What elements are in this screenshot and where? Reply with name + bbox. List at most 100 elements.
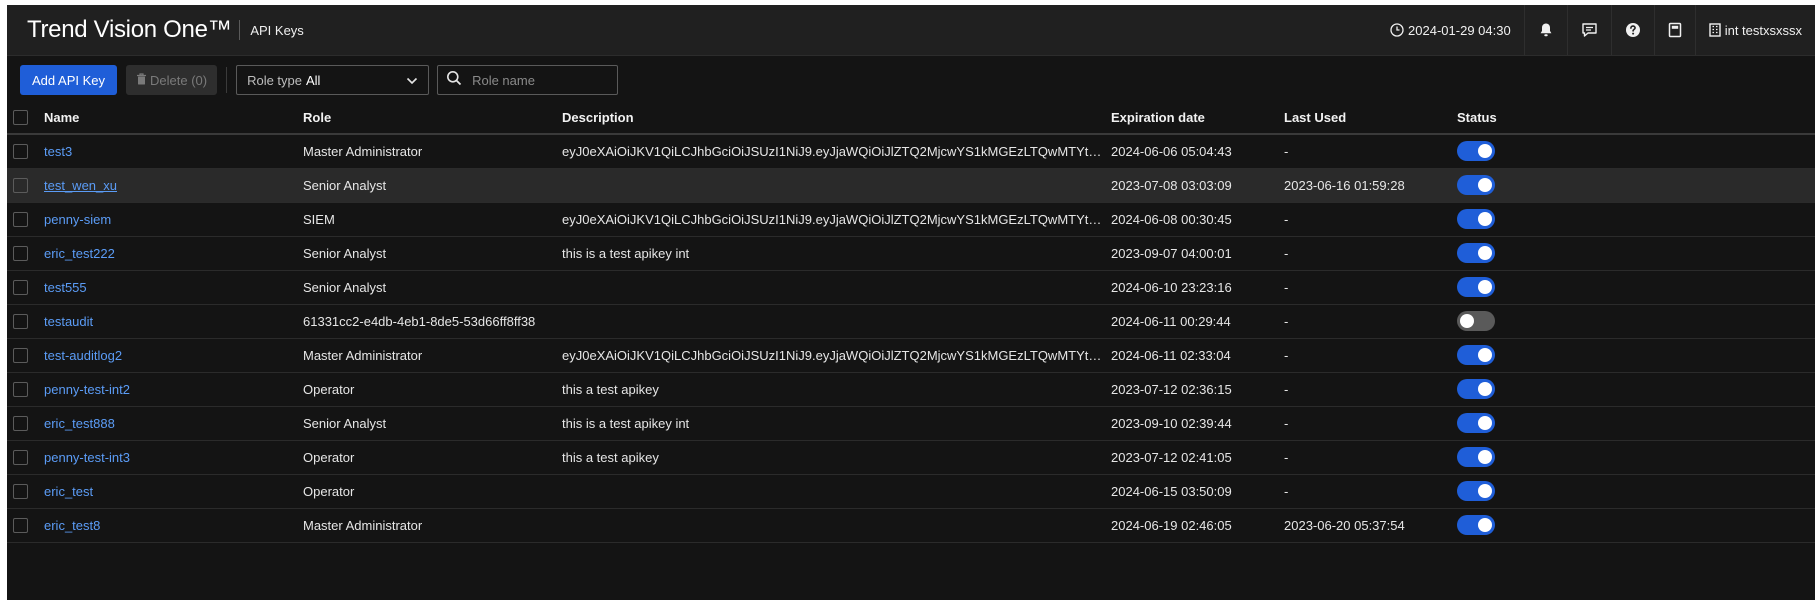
api-key-name-link[interactable]: eric_test888 xyxy=(44,416,115,431)
role-cell: Master Administrator xyxy=(303,143,423,159)
column-header-status[interactable]: Status xyxy=(1457,102,1815,135)
add-api-key-button[interactable]: Add API Key xyxy=(20,65,117,95)
api-key-name-link[interactable]: penny-test-int2 xyxy=(44,382,130,397)
last-used-cell: - xyxy=(1284,483,1289,499)
row-checkbox[interactable] xyxy=(13,279,28,295)
status-cell xyxy=(1457,304,1815,338)
api-key-name-link[interactable]: testaudit xyxy=(44,314,93,329)
row-checkbox[interactable] xyxy=(13,245,28,261)
table-row[interactable]: penny-test-int3 Operator this a test apike… xyxy=(7,440,1815,474)
row-checkbox[interactable] xyxy=(13,517,28,533)
search-input[interactable] xyxy=(470,71,605,89)
row-checkbox[interactable] xyxy=(13,381,28,397)
name-cell: eric_test888 xyxy=(44,406,303,440)
api-key-name-link[interactable]: eric_test xyxy=(44,484,93,499)
api-key-name-link[interactable]: test-auditlog2 xyxy=(44,348,122,363)
api-key-name-link[interactable]: penny-test-int3 xyxy=(44,450,130,465)
api-key-name-link[interactable]: test3 xyxy=(44,144,72,159)
status-toggle[interactable] xyxy=(1457,413,1495,433)
status-toggle[interactable] xyxy=(1457,277,1495,297)
row-checkbox[interactable] xyxy=(13,177,28,193)
column-header-description[interactable]: Description xyxy=(562,102,1111,135)
select-all-checkbox[interactable] xyxy=(13,110,28,125)
role-type-select[interactable]: Role type All xyxy=(236,65,430,95)
description-cell xyxy=(562,304,1111,338)
row-checkbox[interactable] xyxy=(13,313,28,329)
role-cell: SIEM xyxy=(303,211,335,227)
notifications-button[interactable] xyxy=(1523,5,1567,55)
datetime-display[interactable]: 2024-01-29 04:30 xyxy=(1377,5,1524,55)
chevron-down-icon xyxy=(406,73,418,88)
table-row[interactable]: test555 Senior Analyst 2024-06-10 23:23:16… xyxy=(7,270,1815,304)
table-row[interactable]: testaudit 61331cc2-e4db-4eb1-8de5-53d66ff… xyxy=(7,304,1815,338)
api-key-name-link[interactable]: eric_test222 xyxy=(44,246,115,261)
status-toggle[interactable] xyxy=(1457,345,1495,365)
status-toggle[interactable] xyxy=(1457,447,1495,467)
status-toggle[interactable] xyxy=(1457,209,1495,229)
table-row[interactable]: penny-siem SIEM eyJ0eXAiOiJKV1QiLCJhbGciOi… xyxy=(7,202,1815,236)
table-row[interactable]: eric_test Operator 2024-06-15 03:50:09 - xyxy=(7,474,1815,508)
row-checkbox-cell xyxy=(7,338,44,372)
column-header-expiration[interactable]: Expiration date xyxy=(1111,102,1284,135)
row-checkbox-cell xyxy=(7,134,44,168)
delete-button[interactable]: Delete (0) xyxy=(126,65,218,95)
chat-button[interactable] xyxy=(1566,5,1611,55)
table-row[interactable]: penny-test-int2 Operator this a test apike… xyxy=(7,372,1815,406)
table-row[interactable]: test3 Master Administrator eyJ0eXAiOiJKV1Q… xyxy=(7,134,1815,168)
status-toggle[interactable] xyxy=(1457,243,1495,263)
column-header-last-used[interactable]: Last Used xyxy=(1284,102,1457,135)
row-checkbox[interactable] xyxy=(13,143,28,159)
name-cell: testaudit xyxy=(44,304,303,338)
row-checkbox[interactable] xyxy=(13,211,28,227)
api-key-name-link[interactable]: test_wen_xu xyxy=(44,178,117,193)
account-menu[interactable]: int testxsxssx xyxy=(1694,5,1815,55)
table-row[interactable]: test_wen_xu Senior Analyst 2023-07-08 03:0… xyxy=(7,168,1815,202)
status-cell xyxy=(1457,236,1815,270)
api-key-name-link[interactable]: test555 xyxy=(44,280,87,295)
role-cell: Master Administrator xyxy=(303,517,423,533)
row-checkbox[interactable] xyxy=(13,449,28,465)
row-checkbox[interactable] xyxy=(13,483,28,499)
expiration-cell: 2024-06-10 23:23:16 xyxy=(1111,279,1232,295)
role-cell: Operator xyxy=(303,449,355,465)
role-search-box[interactable] xyxy=(437,65,619,95)
status-cell xyxy=(1457,338,1815,372)
name-cell: eric_test222 xyxy=(44,236,303,270)
expiration-cell: 2024-06-15 03:50:09 xyxy=(1111,483,1232,499)
role-cell: Master Administrator xyxy=(303,347,423,363)
api-key-name-link[interactable]: eric_test8 xyxy=(44,518,100,533)
description-cell: this is a test apikey int xyxy=(562,415,690,431)
column-header-name[interactable]: Name xyxy=(44,102,303,135)
status-cell xyxy=(1457,270,1815,304)
status-toggle[interactable] xyxy=(1457,311,1495,331)
row-checkbox-cell xyxy=(7,372,44,406)
row-checkbox[interactable] xyxy=(13,347,28,363)
table-row[interactable]: eric_test888 Senior Analyst this is a test… xyxy=(7,406,1815,440)
name-cell: test_wen_xu xyxy=(44,168,303,202)
status-toggle[interactable] xyxy=(1457,175,1495,195)
table-row[interactable]: test-auditlog2 Master Administrator eyJ0eX… xyxy=(7,338,1815,372)
column-header-role[interactable]: Role xyxy=(303,102,562,135)
api-key-name-link[interactable]: penny-siem xyxy=(44,212,111,227)
role-cell: Senior Analyst xyxy=(303,245,387,261)
search-icon xyxy=(446,70,462,91)
status-cell xyxy=(1457,440,1815,474)
status-toggle[interactable] xyxy=(1457,515,1495,535)
status-toggle[interactable] xyxy=(1457,481,1495,501)
status-toggle[interactable] xyxy=(1457,141,1495,162)
table-row[interactable]: eric_test222 Senior Analyst this is a test… xyxy=(7,236,1815,270)
notebook-button[interactable] xyxy=(1653,5,1695,55)
expiration-cell: 2023-09-10 02:39:44 xyxy=(1111,415,1232,431)
bell-icon xyxy=(1538,22,1554,38)
row-checkbox[interactable] xyxy=(13,415,28,431)
status-toggle[interactable] xyxy=(1457,379,1495,399)
table-row[interactable]: eric_test8 Master Administrator 2024-06-19… xyxy=(7,508,1815,542)
last-used-cell: - xyxy=(1284,381,1289,397)
toolbar: Add API Key Delete (0) Role type All xyxy=(7,60,1815,100)
account-name: int testxsxssx xyxy=(1724,22,1802,38)
description-cell xyxy=(562,474,1111,508)
row-checkbox-cell xyxy=(7,168,44,202)
role-cell: Senior Analyst xyxy=(303,415,387,431)
app-window: Trend Vision One™ API Keys 2024-01-29 04… xyxy=(7,5,1815,600)
help-button[interactable] xyxy=(1610,5,1654,55)
